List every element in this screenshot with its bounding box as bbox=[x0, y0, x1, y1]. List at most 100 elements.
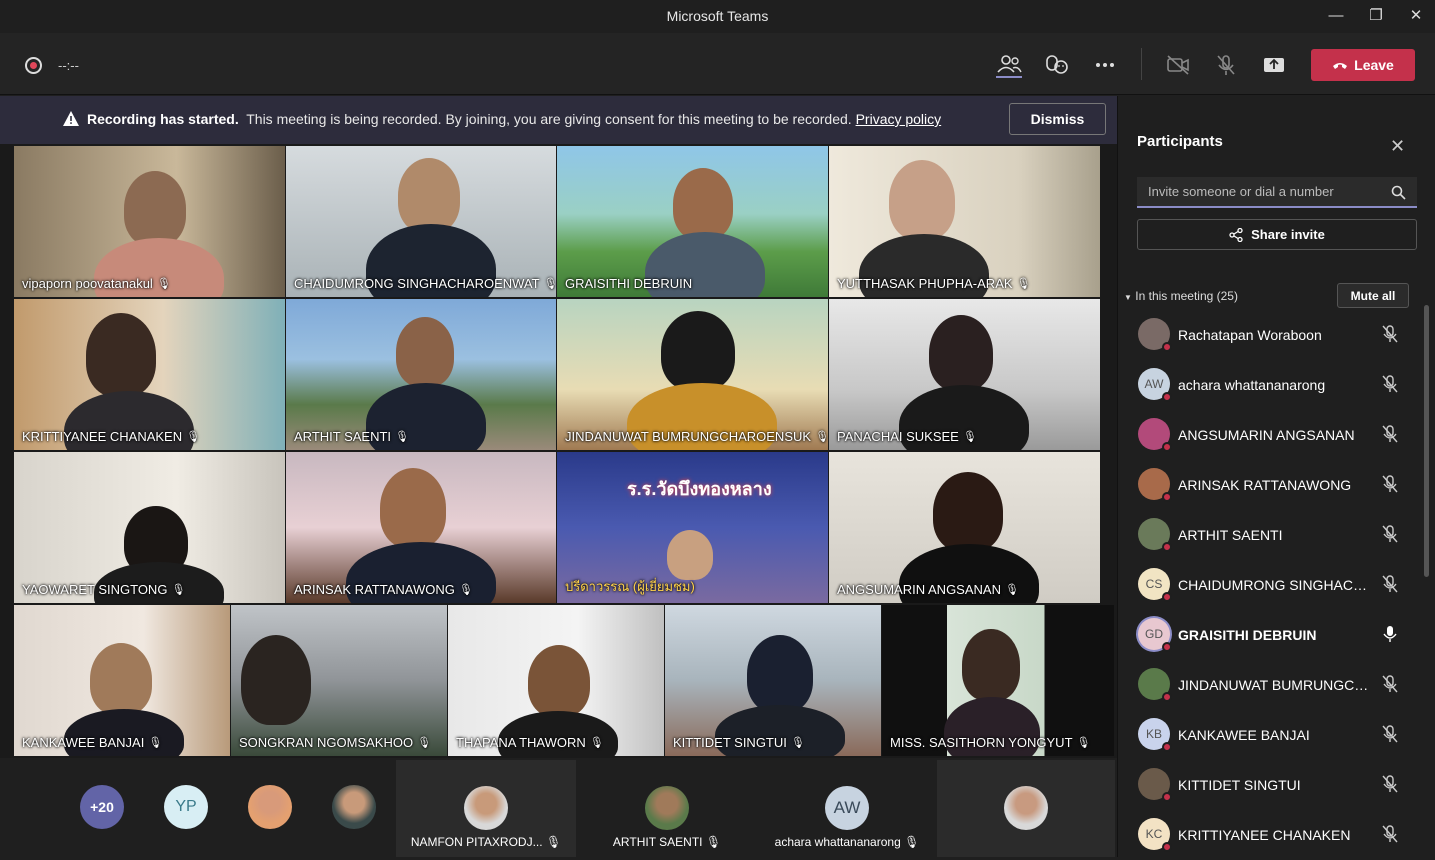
participant-row[interactable]: JINDANUWAT BUMRUNGCH... bbox=[1118, 660, 1418, 710]
participant-row[interactable]: ANGSUMARIN ANGSANAN bbox=[1118, 410, 1418, 460]
close-icon[interactable]: ✕ bbox=[1390, 136, 1408, 156]
participant-name: Rachatapan Woraboon bbox=[1178, 327, 1322, 343]
video-tile[interactable]: MISS. SASITHORN YONGYUT 🎙 bbox=[882, 605, 1114, 756]
tile-name: THAPANA THAWORN 🎙 bbox=[456, 735, 604, 750]
video-tile[interactable]: YAOWARET SINGTONG 🎙 bbox=[14, 452, 285, 603]
presence-status-icon bbox=[1162, 442, 1172, 452]
participant-row[interactable]: KC KRITTIYANEE CHANAKEN bbox=[1118, 810, 1418, 860]
avatar bbox=[464, 786, 508, 830]
video-tile[interactable]: ARINSAK RATTANAWONG 🎙 bbox=[286, 452, 556, 603]
mic-muted-icon: 🎙 bbox=[815, 431, 828, 443]
video-tile[interactable]: KITTIDET SINGTUI 🎙 bbox=[665, 605, 881, 756]
privacy-policy-link[interactable]: Privacy policy bbox=[856, 111, 942, 127]
participant-name: KANKAWEE BANJAI bbox=[1178, 727, 1310, 743]
participant-row[interactable]: ARINSAK RATTANAWONG bbox=[1118, 460, 1418, 510]
mute-all-button[interactable]: Mute all bbox=[1337, 283, 1409, 308]
tile-name: KRITTIYANEE CHANAKEN 🎙 bbox=[22, 429, 201, 444]
school-sign: ร.ร.วัดบึงทองหลาง bbox=[627, 479, 772, 499]
video-tile[interactable]: GRAISITHI DEBRUIN bbox=[557, 146, 828, 297]
video-tile[interactable]: vipaporn poovatanakul 🎙 bbox=[14, 146, 285, 297]
invite-input[interactable] bbox=[1137, 177, 1417, 208]
share-screen-icon[interactable] bbox=[1260, 52, 1288, 78]
participant-row[interactable]: ARTHIT SAENTI bbox=[1118, 510, 1418, 560]
leave-label: Leave bbox=[1354, 57, 1394, 73]
video-tile[interactable]: YUTTHASAK PHUPHA-ARAK 🎙 bbox=[829, 146, 1100, 297]
video-tile[interactable]: JINDANUWAT BUMRUNGCHAROENSUK 🎙 bbox=[557, 299, 828, 450]
strip-tile[interactable]: NAMFON PITAXRODJ... 🎙 bbox=[396, 760, 576, 857]
mic-muted-icon[interactable] bbox=[1382, 375, 1398, 398]
presence-status-icon bbox=[1162, 392, 1172, 402]
strip-tile-name: achara whattananarong 🎙 bbox=[774, 835, 920, 849]
video-tile[interactable]: THAPANA THAWORN 🎙 bbox=[448, 605, 664, 756]
video-tile[interactable]: ANGSUMARIN ANGSANAN 🎙 bbox=[829, 452, 1100, 603]
video-tile[interactable]: KANKAWEE BANJAI 🎙 bbox=[14, 605, 230, 756]
presence-status-icon bbox=[1162, 342, 1172, 352]
more-participants-button[interactable]: +20 bbox=[80, 785, 124, 829]
avatar bbox=[1004, 786, 1048, 830]
strip-tile-name: NAMFON PITAXRODJ... 🎙 bbox=[410, 835, 562, 849]
close-window-icon[interactable]: ✕ bbox=[1401, 6, 1431, 26]
share-invite-button[interactable]: Share invite bbox=[1137, 219, 1417, 250]
tile-name: MISS. SASITHORN YONGYUT 🎙 bbox=[890, 735, 1091, 750]
mic-muted-icon: 🎙 bbox=[543, 278, 556, 290]
restore-icon[interactable]: ❐ bbox=[1361, 6, 1391, 26]
strip-tile[interactable]: ARTHIT SAENTI 🎙 bbox=[577, 760, 757, 857]
leave-button[interactable]: Leave bbox=[1311, 49, 1415, 81]
participant-row[interactable]: Rachatapan Woraboon bbox=[1118, 310, 1418, 360]
video-tile[interactable]: KRITTIYANEE CHANAKEN 🎙 bbox=[14, 299, 285, 450]
in-meeting-label: In this meeting (25) bbox=[1135, 289, 1238, 303]
scrollbar[interactable] bbox=[1424, 305, 1429, 577]
more-options-icon[interactable] bbox=[1091, 52, 1119, 78]
mic-muted-icon[interactable] bbox=[1382, 475, 1398, 498]
avatar: YP bbox=[164, 785, 208, 829]
mic-muted-icon[interactable] bbox=[1382, 425, 1398, 448]
avatar bbox=[248, 785, 292, 829]
video-tile[interactable]: ร.ร.วัดบึงทองหลาง ปรีดาวรรณ (ผู้เยี่ยมชม… bbox=[557, 452, 828, 603]
mic-muted-icon: 🎙 bbox=[1004, 584, 1019, 596]
camera-off-icon[interactable] bbox=[1164, 52, 1192, 78]
participant-row[interactable]: AW achara whattananarong bbox=[1118, 360, 1418, 410]
participants-icon[interactable] bbox=[995, 52, 1023, 78]
share-icon bbox=[1229, 227, 1243, 242]
avatar bbox=[1138, 418, 1172, 452]
video-tile[interactable]: CHAIDUMRONG SINGHACHAROENWAT 🎙 bbox=[286, 146, 556, 297]
video-tile[interactable]: ARTHIT SAENTI 🎙 bbox=[286, 299, 556, 450]
search-icon[interactable] bbox=[1391, 185, 1406, 200]
in-meeting-section[interactable]: ▼ In this meeting (25) bbox=[1124, 289, 1238, 303]
minimize-icon[interactable]: — bbox=[1321, 6, 1351, 26]
mic-muted-icon[interactable] bbox=[1382, 725, 1398, 748]
participant-row[interactable]: KB KANKAWEE BANJAI bbox=[1118, 710, 1418, 760]
video-tile[interactable]: PANACHAI SUKSEE 🎙 bbox=[829, 299, 1100, 450]
mic-off-icon[interactable] bbox=[1212, 52, 1240, 78]
strip-tile[interactable]: AW achara whattananarong 🎙 bbox=[758, 760, 936, 857]
participant-row[interactable]: CS CHAIDUMRONG SINGHACHA... bbox=[1118, 560, 1418, 610]
avatar-initials: CS bbox=[1145, 577, 1163, 591]
banner-text: This meeting is being recorded. By joini… bbox=[246, 111, 852, 127]
mic-muted-icon[interactable] bbox=[1382, 675, 1398, 698]
tile-name: JINDANUWAT BUMRUNGCHAROENSUK 🎙 bbox=[565, 429, 828, 444]
mic-muted-icon[interactable] bbox=[1382, 575, 1398, 598]
participant-row[interactable]: GD GRAISITHI DEBRUIN bbox=[1118, 610, 1418, 660]
avatar: KB bbox=[1138, 718, 1172, 752]
mic-muted-icon[interactable] bbox=[1382, 825, 1398, 848]
tile-name: SONGKRAN NGOMSAKHOO 🎙 bbox=[239, 735, 432, 750]
mic-on-icon[interactable] bbox=[1382, 625, 1398, 648]
mic-muted-icon[interactable] bbox=[1382, 325, 1398, 348]
participant-row[interactable]: KITTIDET SINGTUI bbox=[1118, 760, 1418, 810]
participant-name: KITTIDET SINGTUI bbox=[1178, 777, 1301, 793]
strip-tile[interactable] bbox=[937, 760, 1115, 857]
tile-name: YAOWARET SINGTONG 🎙 bbox=[22, 582, 186, 597]
tile-name: KANKAWEE BANJAI 🎙 bbox=[22, 735, 163, 750]
participant-name: ARTHIT SAENTI bbox=[1178, 527, 1283, 543]
video-tile[interactable]: SONGKRAN NGOMSAKHOO 🎙 bbox=[231, 605, 447, 756]
presence-status-icon bbox=[1162, 592, 1172, 602]
meeting-timer: --:-- bbox=[58, 58, 79, 73]
mic-muted-icon[interactable] bbox=[1382, 775, 1398, 798]
reactions-icon[interactable] bbox=[1043, 52, 1071, 78]
dismiss-button[interactable]: Dismiss bbox=[1009, 103, 1106, 135]
mic-muted-icon: 🎙 bbox=[962, 431, 977, 443]
tile-name: PANACHAI SUKSEE 🎙 bbox=[837, 429, 977, 444]
banner-bold: Recording has started. bbox=[87, 111, 239, 127]
mic-muted-icon[interactable] bbox=[1382, 525, 1398, 548]
tile-name: ANGSUMARIN ANGSANAN 🎙 bbox=[837, 582, 1019, 597]
